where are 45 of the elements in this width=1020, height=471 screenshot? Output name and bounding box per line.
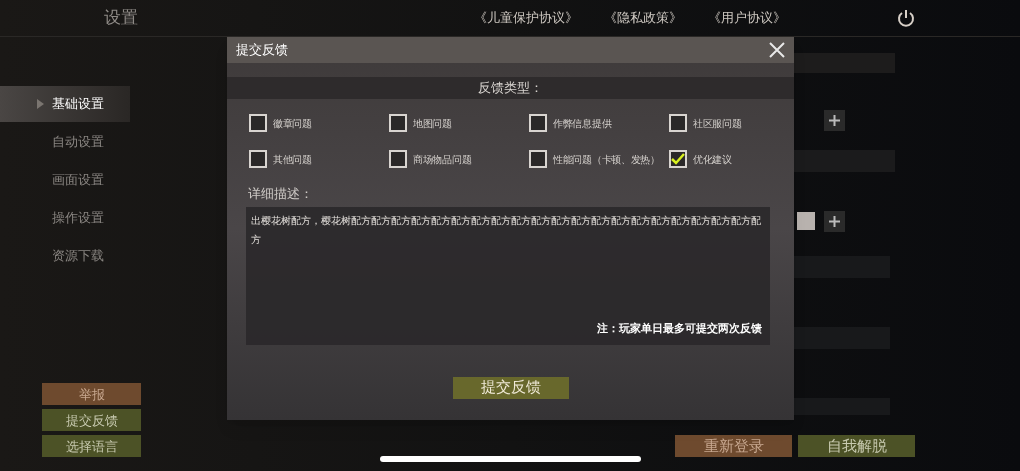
section-heading: 反馈类型： bbox=[478, 79, 543, 98]
footer-button[interactable]: 重新登录 bbox=[675, 435, 792, 457]
description-box[interactable]: 出樱花树配方，樱花树配方配方配方配方配方配方配方配方配方配方配方配方配方配方配方配方配方配方配方配方配方 注：玩家单日最多可提交两次反馈 bbox=[246, 206, 770, 345]
checkbox[interactable] bbox=[249, 114, 267, 132]
sidebar-item[interactable]: 操作设置 bbox=[0, 200, 130, 236]
side-button[interactable]: 提交反馈 bbox=[42, 409, 141, 431]
arrow-icon bbox=[37, 99, 44, 109]
agreement-link[interactable]: 《隐私政策》 bbox=[604, 8, 682, 28]
plus-button[interactable] bbox=[824, 211, 845, 232]
note-text: 注：玩家单日最多可提交两次反馈 bbox=[597, 321, 762, 337]
option-label[interactable]: 其他问题 bbox=[273, 151, 312, 167]
option-label[interactable]: 优化建议 bbox=[693, 151, 732, 167]
field-label: 详细描述： bbox=[248, 185, 314, 203]
sidebar-item[interactable]: 资源下载 bbox=[0, 238, 130, 274]
page-title: 设置 bbox=[104, 6, 138, 30]
sidebar-item[interactable]: 画面设置 bbox=[0, 162, 130, 198]
sidebar-item[interactable]: 自动设置 bbox=[0, 124, 130, 160]
plus-icon bbox=[829, 115, 840, 126]
checkbox[interactable] bbox=[669, 150, 687, 168]
side-button[interactable]: 选择语言 bbox=[42, 435, 141, 457]
checkbox[interactable] bbox=[389, 114, 407, 132]
side-button[interactable]: 举报 bbox=[42, 383, 141, 405]
checkbox[interactable] bbox=[529, 150, 547, 168]
close-icon[interactable] bbox=[769, 42, 785, 58]
option-label[interactable]: 商场物品问题 bbox=[413, 151, 472, 167]
plus-icon bbox=[829, 216, 840, 227]
option-label[interactable]: 性能问题（卡顿、发热） bbox=[553, 151, 660, 167]
sidebar-item[interactable]: 基础设置 bbox=[0, 86, 130, 122]
plus-button[interactable] bbox=[824, 110, 845, 131]
checkbox[interactable] bbox=[529, 114, 547, 132]
agreement-link[interactable]: 《儿童保护协议》 bbox=[474, 8, 578, 28]
option-label[interactable]: 徽章问题 bbox=[273, 115, 312, 131]
checkbox[interactable] bbox=[669, 114, 687, 132]
option-label[interactable]: 作弊信息提供 bbox=[553, 115, 612, 131]
slider-handle[interactable] bbox=[797, 212, 815, 230]
option-label[interactable]: 社区服问题 bbox=[693, 115, 742, 131]
checkbox[interactable] bbox=[249, 150, 267, 168]
dialog-title: 提交反馈 bbox=[236, 41, 288, 60]
description-text: 出樱花树配方，樱花树配方配方配方配方配方配方配方配方配方配方配方配方配方配方配方配方配方配方配方配方配方 bbox=[251, 213, 762, 247]
footer-button[interactable]: 自我解脱 bbox=[798, 435, 915, 457]
agreement-link[interactable]: 《用户协议》 bbox=[708, 8, 786, 28]
checkbox[interactable] bbox=[389, 150, 407, 168]
option-label[interactable]: 地图问题 bbox=[413, 115, 452, 131]
power-icon[interactable] bbox=[896, 8, 916, 28]
submit-button[interactable]: 提交反馈 bbox=[452, 376, 569, 399]
